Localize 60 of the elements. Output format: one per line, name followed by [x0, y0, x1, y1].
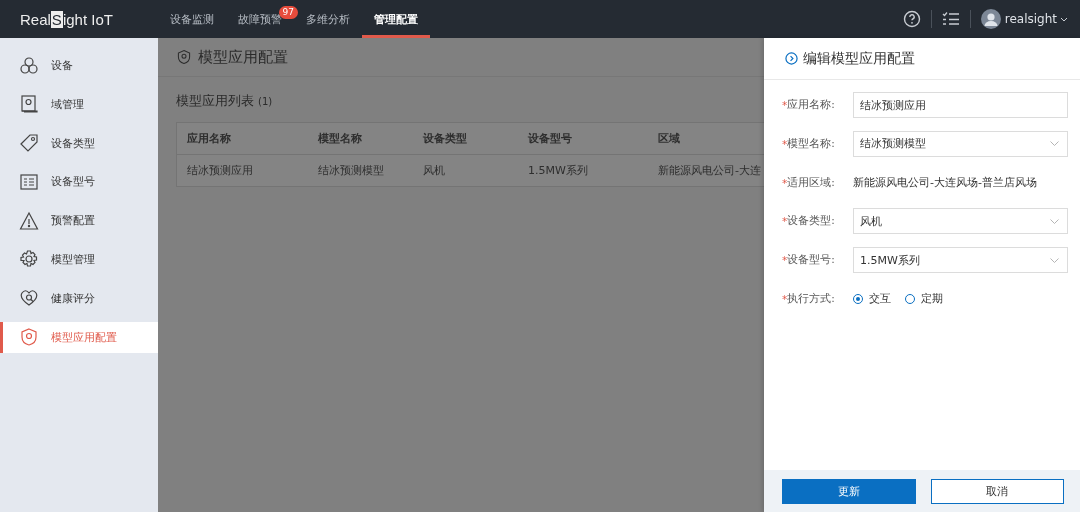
warning-icon	[19, 210, 39, 231]
column-header: 区域	[658, 131, 681, 146]
radio-option[interactable]: 交互	[853, 291, 891, 307]
drawer-title: 编辑模型应用配置	[803, 49, 915, 68]
sidebar-item[interactable]: 设备型号	[0, 166, 158, 198]
user-menu[interactable]: realsight	[1004, 12, 1068, 26]
sidebar-item[interactable]: 设备类型	[0, 127, 158, 159]
select-field[interactable]: 1.5MW系列	[853, 247, 1068, 274]
field-label: 设备类型:	[787, 214, 835, 229]
chevron-down-icon	[1050, 141, 1059, 147]
field-value: 新能源风电公司-大连风场-普兰店风场	[853, 175, 1037, 191]
field-label: 应用名称:	[787, 98, 835, 112]
required-mark: *	[782, 137, 788, 150]
required-mark: *	[782, 99, 788, 111]
required-mark: *	[782, 254, 788, 267]
sidebar-item[interactable]: 预警配置	[0, 205, 158, 237]
nav-tab[interactable]: 设备监测	[158, 0, 226, 38]
column-header: 设备型号	[528, 131, 573, 146]
select-field[interactable]: 结冰预测模型	[853, 130, 1068, 157]
table-cell-text: 风机	[423, 163, 446, 178]
item-count: (1)	[258, 96, 273, 107]
page-title: 模型应用配置	[198, 47, 288, 67]
table-cell-text: 新能源风电公司-大连	[658, 163, 762, 178]
sidebar-item[interactable]: 健康评分	[0, 282, 158, 314]
sidebar-item[interactable]: 设备	[0, 50, 158, 81]
column-header: 设备类型	[423, 131, 468, 146]
list-panel-icon	[19, 171, 39, 192]
cubes-icon	[19, 55, 39, 76]
chevron-down-icon	[1050, 218, 1059, 224]
field-label: 设备型号:	[787, 253, 835, 268]
table-cell-text: 1.5MW系列	[528, 163, 589, 178]
list-title: 模型应用列表	[176, 92, 254, 110]
update-button[interactable]: 更新	[782, 478, 916, 504]
sidebar-item[interactable]: 模型管理	[0, 244, 158, 275]
table-cell-text: 结冰预测应用	[187, 163, 254, 178]
caret-icon	[1060, 16, 1068, 22]
radio-option[interactable]: 定期	[905, 291, 943, 307]
logo: RealSight IoT	[19, 10, 114, 28]
cancel-button[interactable]: 取消	[930, 478, 1064, 504]
sidebar-item[interactable]: 域管理	[0, 88, 158, 120]
sidebar-item[interactable]: 模型应用配置	[0, 321, 158, 353]
chevron-down-icon	[1050, 257, 1059, 263]
field-label: 执行方式:	[787, 292, 835, 306]
tag-icon	[19, 133, 39, 154]
avatar-icon[interactable]	[980, 9, 1001, 29]
field-label: 适用区域:	[787, 175, 835, 190]
column-header: 模型名称	[318, 131, 363, 146]
column-header: 应用名称	[187, 131, 232, 146]
input-field[interactable]: 结冰预测应用	[853, 92, 1068, 118]
gear-icon	[19, 249, 39, 270]
required-mark: *	[782, 176, 788, 189]
required-mark: *	[782, 215, 788, 228]
select-field[interactable]: 风机	[853, 208, 1068, 235]
checklist-icon[interactable]	[941, 11, 960, 27]
help-icon[interactable]	[902, 10, 921, 28]
required-mark: *	[782, 293, 788, 305]
table-cell-text: 结冰预测模型	[318, 163, 385, 178]
chevron-circle-icon	[785, 52, 798, 65]
id-card-icon	[19, 94, 39, 115]
field-label: 模型名称:	[787, 136, 835, 151]
